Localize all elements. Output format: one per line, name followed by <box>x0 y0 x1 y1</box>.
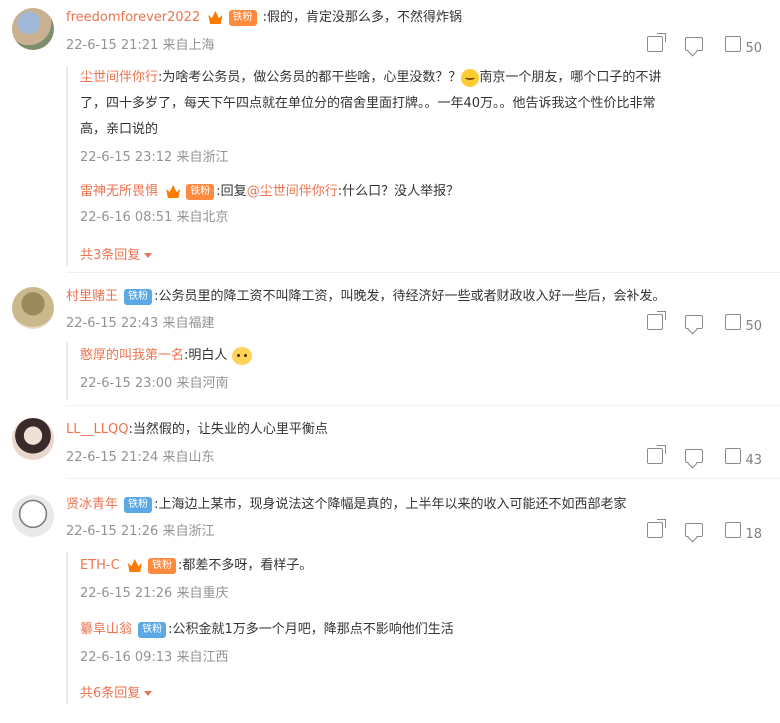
comment-icon <box>685 315 704 329</box>
reply-text: 了，四十多岁了，每天下午四点就在单位分的宿舍里面打牌。。一年40万。。他告诉我这… <box>80 96 656 111</box>
thumb-up-icon <box>725 314 742 330</box>
share-button[interactable] <box>647 522 664 542</box>
reply-meta: 22-6-15 23:00 来自河南 <box>80 376 229 391</box>
reply-text: :明白人 <box>184 348 228 363</box>
chevron-down-icon <box>144 253 153 258</box>
reply-text: :为啥考公务员，做公务员的都干些啥，心里没数？？ <box>158 70 462 85</box>
avatar[interactable] <box>12 8 54 50</box>
crown-icon <box>127 559 142 572</box>
fan-badge: 铁粉 <box>124 496 153 513</box>
like-button[interactable]: 50 <box>725 36 762 56</box>
crown-icon <box>208 11 223 24</box>
reply-text: 高，亲口说的 <box>80 122 159 137</box>
comment-meta: 22-6-15 21:21 来自上海 <box>66 38 215 53</box>
reply-name[interactable]: 纂阜山翁 <box>80 622 132 637</box>
reply-name[interactable]: 憨厚的叫我第一名 <box>80 348 184 363</box>
crown-icon <box>166 185 181 198</box>
reply-meta: 22-6-16 09:13 来自江西 <box>80 650 229 665</box>
reply-line: 高，亲口说的 <box>80 120 158 140</box>
fan-badge: 铁粉 <box>124 288 153 305</box>
more-replies-link[interactable]: 共3条回复 <box>80 244 153 263</box>
avatar[interactable] <box>12 418 54 460</box>
commenter-name[interactable]: LL__LLQQ <box>66 422 128 437</box>
fan-badge: 铁粉 <box>147 557 176 574</box>
reply-line: 纂阜山翁 铁粉:公积金就1万多一个月吧，降那点不影响他们生活 <box>80 620 454 640</box>
comment-text: :当然假的，让失业的人心里平衡点 <box>128 422 328 437</box>
comment-text: :假的，肯定没那么多，不然得炸锅 <box>262 10 463 25</box>
share-icon <box>647 314 664 330</box>
reply-button[interactable] <box>685 37 704 55</box>
like-count: 18 <box>745 527 762 542</box>
fan-badge: 铁粉 <box>186 183 215 200</box>
thumb-up-icon <box>725 448 742 464</box>
more-replies-label: 共6条回复 <box>80 686 141 701</box>
reply-button[interactable] <box>685 315 704 333</box>
share-icon <box>647 448 664 464</box>
thumb-up-icon <box>725 522 742 538</box>
cat-emoji-icon <box>231 346 252 365</box>
more-replies-label: 共3条回复 <box>80 248 141 263</box>
comment-actions: 43 <box>629 448 762 468</box>
commenter-name[interactable]: 村里赌王 <box>66 289 118 304</box>
comment-text: :公务员里的降工资不叫降工资，叫晚发，待经济好一些或者财政收入好一些后，会补发。 <box>154 289 666 304</box>
reply-meta: 22-6-16 08:51 来自北京 <box>80 210 229 225</box>
comment-meta: 22-6-15 21:24 来自山东 <box>66 450 215 465</box>
avatar[interactable] <box>12 495 54 537</box>
commenter-name[interactable]: freedomforever2022 <box>66 10 200 25</box>
reply-line: ETH-C 铁粉:都差不多呀，看样子。 <box>80 556 312 576</box>
comment-icon <box>685 449 704 463</box>
chevron-down-icon <box>144 691 153 696</box>
reply-button[interactable] <box>685 523 704 541</box>
divider <box>66 405 780 406</box>
laugh-emoji-icon <box>461 68 480 87</box>
comment-text: :上海边上某市，现身说法这个降幅是真的，上半年以来的收入可能还不如西部老家 <box>154 497 627 512</box>
reply-name[interactable]: 雷神无所畏惧 <box>80 184 158 199</box>
comment-meta: 22-6-15 21:26 来自浙江 <box>66 524 215 539</box>
mention-link[interactable]: @尘世间伴你行 <box>247 184 338 199</box>
divider <box>66 478 780 479</box>
share-button[interactable] <box>647 36 664 56</box>
reply-name[interactable]: 尘世间伴你行 <box>80 70 158 85</box>
like-button[interactable]: 18 <box>725 522 762 542</box>
like-count: 50 <box>745 319 762 334</box>
reply-text: :公积金就1万多一个月吧，降那点不影响他们生活 <box>168 622 454 637</box>
reply-line: 尘世间伴你行:为啥考公务员，做公务员的都干些啥，心里没数？？ 南京一个朋友，哪个口… <box>80 68 661 88</box>
reply-name[interactable]: ETH-C <box>80 558 120 573</box>
like-button[interactable]: 50 <box>725 314 762 334</box>
reply-text: :什么口？没人举报？ <box>337 184 460 199</box>
fan-badge: 铁粉 <box>228 9 257 26</box>
comment-line: 村里赌王 铁粉:公务员里的降工资不叫降工资，叫晚发，待经济好一些或者财政收入好一… <box>66 287 666 307</box>
reply-line: 雷神无所畏惧 铁粉:回复@尘世间伴你行:什么口？没人举报？ <box>80 182 459 202</box>
reply-meta: 22-6-15 21:26 来自重庆 <box>80 586 229 601</box>
divider <box>66 272 780 273</box>
avatar[interactable] <box>12 287 54 329</box>
comment-actions: 50 <box>629 314 762 334</box>
share-button[interactable] <box>647 448 664 468</box>
share-icon <box>647 36 664 52</box>
comment-meta: 22-6-15 22:43 来自福建 <box>66 316 215 331</box>
comment-icon <box>685 523 704 537</box>
reply-text: :回复 <box>216 184 247 199</box>
comment-icon <box>685 37 704 51</box>
thumb-up-icon <box>725 36 742 52</box>
like-count: 50 <box>745 41 762 56</box>
reply-text: 南京一个朋友，哪个口子的不讲 <box>479 70 662 85</box>
comment-actions: 50 <box>629 36 762 56</box>
share-button[interactable] <box>647 314 664 334</box>
commenter-name[interactable]: 贤冰青年 <box>66 497 118 512</box>
comment-line: 贤冰青年 铁粉:上海边上某市，现身说法这个降幅是真的，上半年以来的收入可能还不如… <box>66 495 627 515</box>
like-button[interactable]: 43 <box>725 448 762 468</box>
like-count: 43 <box>745 453 762 468</box>
reply-line: 憨厚的叫我第一名:明白人 <box>80 346 252 366</box>
share-icon <box>647 522 664 538</box>
comment-actions: 18 <box>629 522 762 542</box>
more-replies-link[interactable]: 共6条回复 <box>80 682 153 701</box>
comment-line: LL__LLQQ:当然假的，让失业的人心里平衡点 <box>66 420 328 440</box>
reply-meta: 22-6-15 23:12 来自浙江 <box>80 150 229 165</box>
reply-line: 了，四十多岁了，每天下午四点就在单位分的宿舍里面打牌。。一年40万。。他告诉我这… <box>80 94 656 114</box>
fan-badge: 铁粉 <box>138 621 167 638</box>
reply-text: :都差不多呀，看样子。 <box>177 558 313 573</box>
comment-line: freedomforever2022 铁粉 :假的，肯定没那么多，不然得炸锅 <box>66 8 462 28</box>
reply-button[interactable] <box>685 449 704 467</box>
